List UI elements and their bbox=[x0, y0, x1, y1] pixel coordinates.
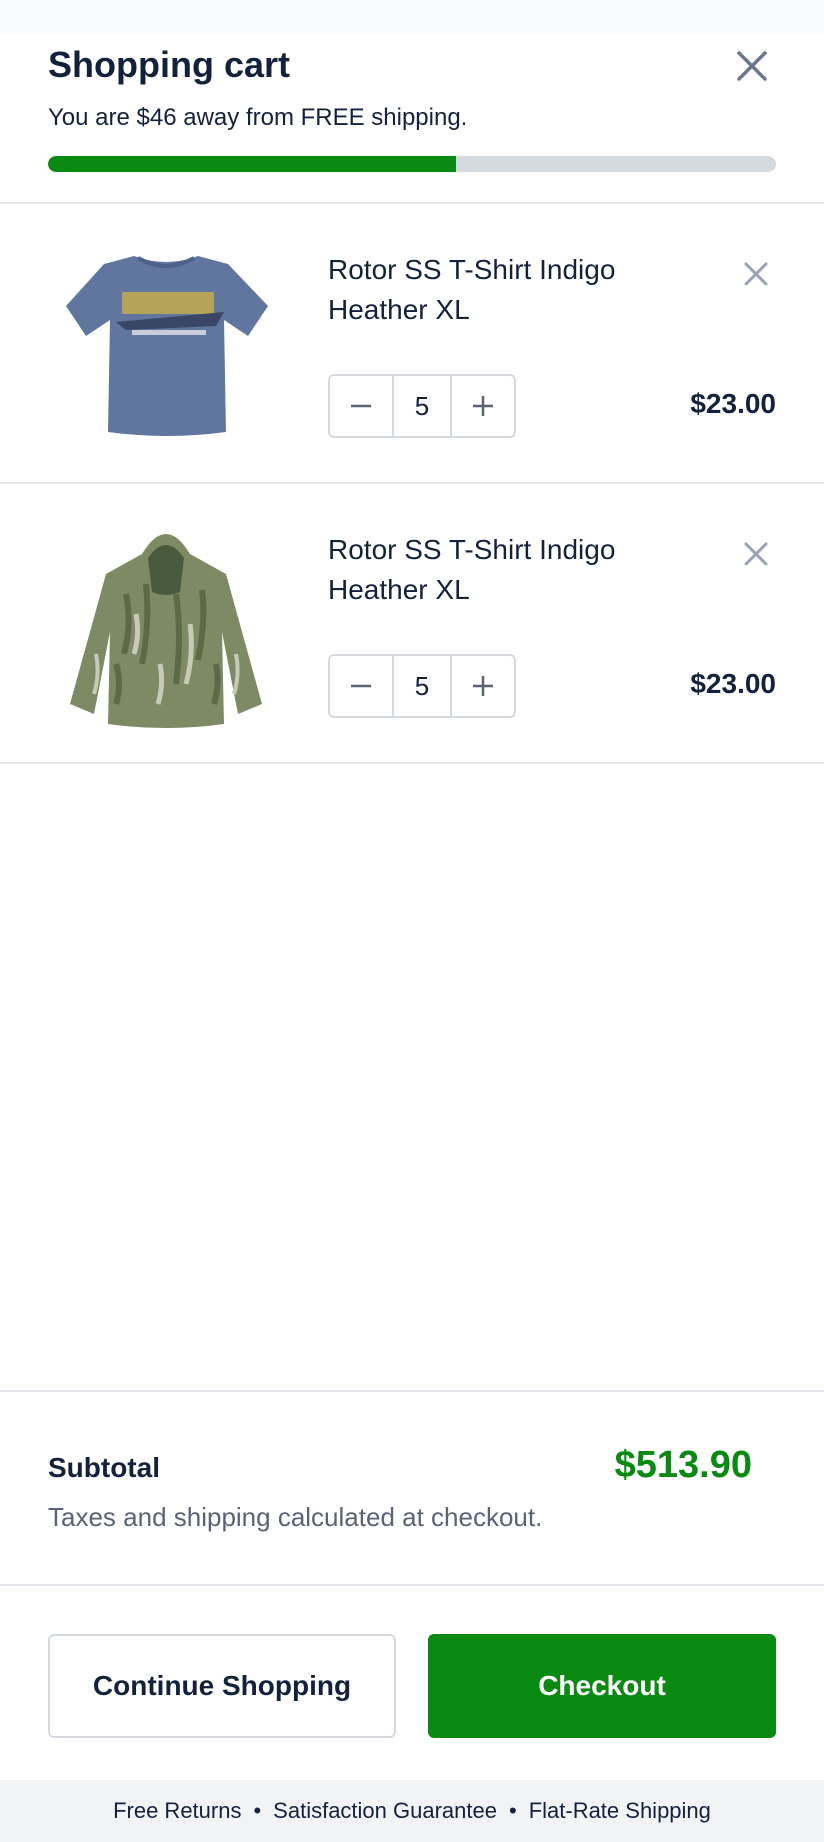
item-price: $23.00 bbox=[690, 668, 776, 699]
minus-icon bbox=[351, 404, 371, 408]
camo-hoodie-image bbox=[56, 514, 276, 734]
item-price: $23.00 bbox=[690, 388, 776, 419]
perk-flat-rate-shipping: Flat-Rate Shipping bbox=[528, 1798, 711, 1823]
page-title: Shopping cart bbox=[48, 44, 290, 85]
close-icon bbox=[744, 542, 768, 566]
quantity-stepper: 5 bbox=[328, 374, 516, 438]
minus-icon bbox=[351, 684, 371, 688]
plus-icon bbox=[473, 396, 493, 416]
close-cart-button[interactable] bbox=[730, 44, 774, 88]
cart-summary: Subtotal $513.90 Taxes and shipping calc… bbox=[0, 1390, 824, 1586]
item-name[interactable]: Rotor SS T-Shirt Indigo Heather XL bbox=[328, 530, 658, 610]
increase-quantity-button[interactable] bbox=[452, 656, 514, 716]
perk-satisfaction-guarantee: Satisfaction Guarantee bbox=[273, 1798, 497, 1823]
tax-note: Taxes and shipping calculated at checkou… bbox=[48, 1502, 543, 1532]
cart-item: Rotor SS T-Shirt Indigo Heather XL 5 $23… bbox=[0, 204, 824, 484]
plus-icon bbox=[473, 676, 493, 696]
close-icon bbox=[744, 262, 768, 286]
free-shipping-message: You are $46 away from FREE shipping. bbox=[48, 104, 468, 131]
cart-item: Rotor SS T-Shirt Indigo Heather XL 5 $23… bbox=[0, 484, 824, 764]
checkout-button[interactable]: Checkout bbox=[428, 1634, 776, 1738]
item-name[interactable]: Rotor SS T-Shirt Indigo Heather XL bbox=[328, 250, 658, 330]
continue-shopping-button[interactable]: Continue Shopping bbox=[48, 1634, 396, 1738]
subtotal-value: $513.90 bbox=[614, 1444, 752, 1486]
perk-free-returns: Free Returns bbox=[113, 1798, 242, 1823]
shipping-progress-fill bbox=[48, 156, 456, 172]
increase-quantity-button[interactable] bbox=[452, 376, 514, 436]
quantity-stepper: 5 bbox=[328, 654, 516, 718]
tshirt-image bbox=[56, 234, 276, 454]
quantity-value[interactable]: 5 bbox=[392, 656, 452, 716]
close-icon bbox=[737, 51, 767, 81]
quantity-value[interactable]: 5 bbox=[392, 376, 452, 436]
subtotal-label: Subtotal bbox=[48, 1452, 160, 1483]
separator: • bbox=[508, 1798, 517, 1823]
top-strip bbox=[0, 0, 824, 34]
remove-item-button[interactable] bbox=[738, 256, 774, 292]
decrease-quantity-button[interactable] bbox=[330, 656, 392, 716]
shipping-progress-bar bbox=[48, 156, 776, 172]
cart-header: Shopping cart You are $46 away from FREE… bbox=[0, 34, 824, 204]
remove-item-button[interactable] bbox=[738, 536, 774, 572]
decrease-quantity-button[interactable] bbox=[330, 376, 392, 436]
separator: • bbox=[253, 1798, 262, 1823]
footer-perks: Free Returns • Satisfaction Guarantee • … bbox=[0, 1780, 824, 1842]
